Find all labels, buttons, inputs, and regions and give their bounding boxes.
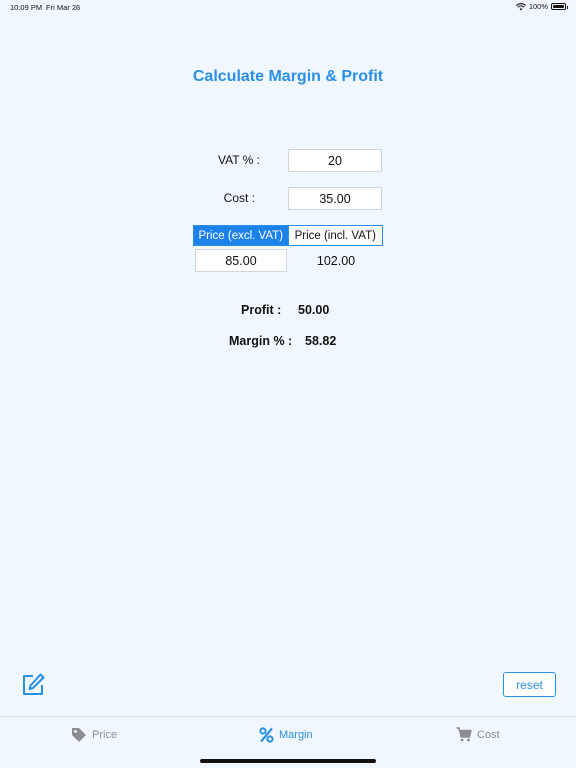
page-title: Calculate Margin & Profit [192,68,384,85]
percent-icon [259,727,274,743]
price-incl-vat-value: 102.00 [316,254,356,268]
vat-label: VAT % : [217,153,260,167]
margin-value: 58.82 [305,334,337,348]
margin-label: Margin % : [229,334,293,348]
tag-icon [72,728,86,742]
cart-icon [456,727,472,742]
tab-cost[interactable]: Cost [456,727,500,742]
home-indicator [200,759,376,763]
price-mode-segmented-control: Price (excl. VAT) Price (incl. VAT) [193,225,383,246]
edit-button[interactable] [20,672,46,698]
battery-icon [551,3,568,10]
battery-percent: 100% [528,2,548,11]
segment-price-incl-vat[interactable]: Price (incl. VAT) [287,226,382,245]
wifi-icon [515,2,526,10]
tab-margin-label: Margin [279,729,313,741]
cost-label: Cost : [223,191,255,205]
tab-cost-label: Cost [477,728,500,741]
status-right: 100% [515,2,568,11]
status-date: Fri Mar 26 [46,3,81,12]
tab-price-label: Price [92,729,118,741]
status-bar: 10:09 PM Fri Mar 26 100% [0,0,576,14]
status-time: 10:09 PM [10,3,43,12]
profit-label: Profit : [241,303,282,317]
cost-input[interactable] [288,187,382,210]
reset-button[interactable]: reset [503,672,556,697]
segment-price-excl-vat[interactable]: Price (excl. VAT) [194,226,288,245]
vat-input[interactable] [288,149,382,172]
edit-icon [23,673,45,695]
tab-margin[interactable]: Margin [259,727,313,743]
price-excl-vat-input[interactable] [195,249,287,272]
profit-value: 50.00 [298,303,330,317]
tab-price[interactable]: Price [71,727,117,743]
screen: 10:09 PM Fri Mar 26 100% Calculate Margi… [0,0,576,768]
